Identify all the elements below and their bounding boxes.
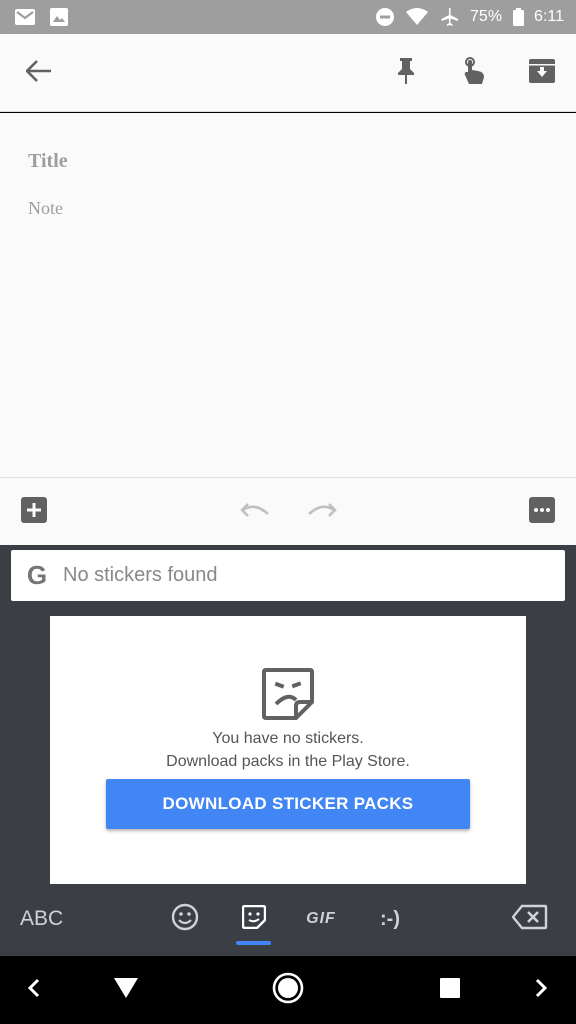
archive-button[interactable]	[522, 53, 562, 93]
dnd-icon	[374, 7, 396, 27]
note-title-field[interactable]: Title	[28, 150, 68, 173]
nav-back-icon	[113, 977, 139, 1004]
sticker-search-bar[interactable]: G	[11, 550, 565, 601]
nav-home-button[interactable]	[268, 970, 308, 1010]
undo-button[interactable]	[235, 492, 275, 532]
sad-sticker-icon	[260, 666, 316, 722]
system-nav-bar	[0, 956, 576, 1024]
sticker-empty-panel: You have no stickers. Download packs in …	[50, 616, 526, 884]
nav-recents-icon	[439, 977, 461, 1004]
more-button[interactable]	[522, 492, 562, 532]
empty-message-line1: You have no stickers.	[212, 730, 364, 747]
note-body-field[interactable]: Note	[28, 198, 63, 219]
add-button[interactable]	[14, 492, 54, 532]
back-button[interactable]	[19, 53, 59, 93]
reminder-button[interactable]	[453, 53, 493, 93]
tab-emoji[interactable]	[166, 899, 204, 939]
undo-icon	[240, 502, 270, 523]
active-tab-indicator	[236, 941, 271, 945]
photos-icon	[48, 7, 70, 27]
pin-icon	[397, 57, 415, 89]
note-editor: Title Note	[0, 113, 576, 477]
gmail-icon	[14, 7, 36, 27]
nav-right-button[interactable]	[521, 970, 561, 1010]
more-icon	[529, 496, 555, 528]
status-bar: 75% 6:11	[0, 0, 576, 34]
editor-toolbar	[0, 477, 576, 545]
app-bar	[0, 34, 576, 112]
reminder-icon	[460, 56, 486, 90]
nav-recents-button[interactable]	[430, 970, 470, 1010]
nav-home-icon	[272, 972, 304, 1009]
battery-icon	[512, 7, 524, 27]
nav-right-icon	[534, 978, 548, 1003]
back-arrow-icon	[25, 59, 52, 87]
airplane-icon	[438, 7, 460, 27]
nav-left-icon	[27, 978, 41, 1003]
wifi-icon	[406, 7, 429, 27]
tab-emoticons[interactable]: :-)	[370, 899, 410, 939]
download-sticker-packs-button[interactable]: DOWNLOAD STICKER PACKS	[106, 779, 470, 829]
backspace-icon	[511, 904, 548, 935]
redo-icon	[307, 502, 337, 523]
add-box-icon	[21, 496, 47, 528]
tab-gif[interactable]: GIF	[302, 899, 340, 939]
sticker-search-input[interactable]	[63, 564, 543, 587]
nav-back-button[interactable]	[106, 970, 146, 1010]
pin-button[interactable]	[386, 53, 426, 93]
backspace-key[interactable]	[510, 899, 550, 939]
smiley-icon	[171, 903, 199, 936]
battery-percent: 75%	[470, 8, 503, 25]
tab-abc[interactable]: ABC	[20, 899, 63, 939]
google-g-icon: G	[26, 560, 48, 590]
keyboard-tabs: ABC GIF :-)	[0, 893, 576, 956]
empty-message-line2: Download packs in the Play Store.	[166, 753, 410, 770]
clock: 6:11	[534, 8, 564, 25]
tab-stickers[interactable]	[235, 899, 273, 939]
redo-button[interactable]	[302, 492, 342, 532]
sticker-icon	[241, 904, 267, 934]
nav-left-button[interactable]	[14, 970, 54, 1010]
gboard-keyboard: G You have no stickers. Download packs i…	[0, 545, 576, 956]
archive-icon	[529, 58, 555, 88]
